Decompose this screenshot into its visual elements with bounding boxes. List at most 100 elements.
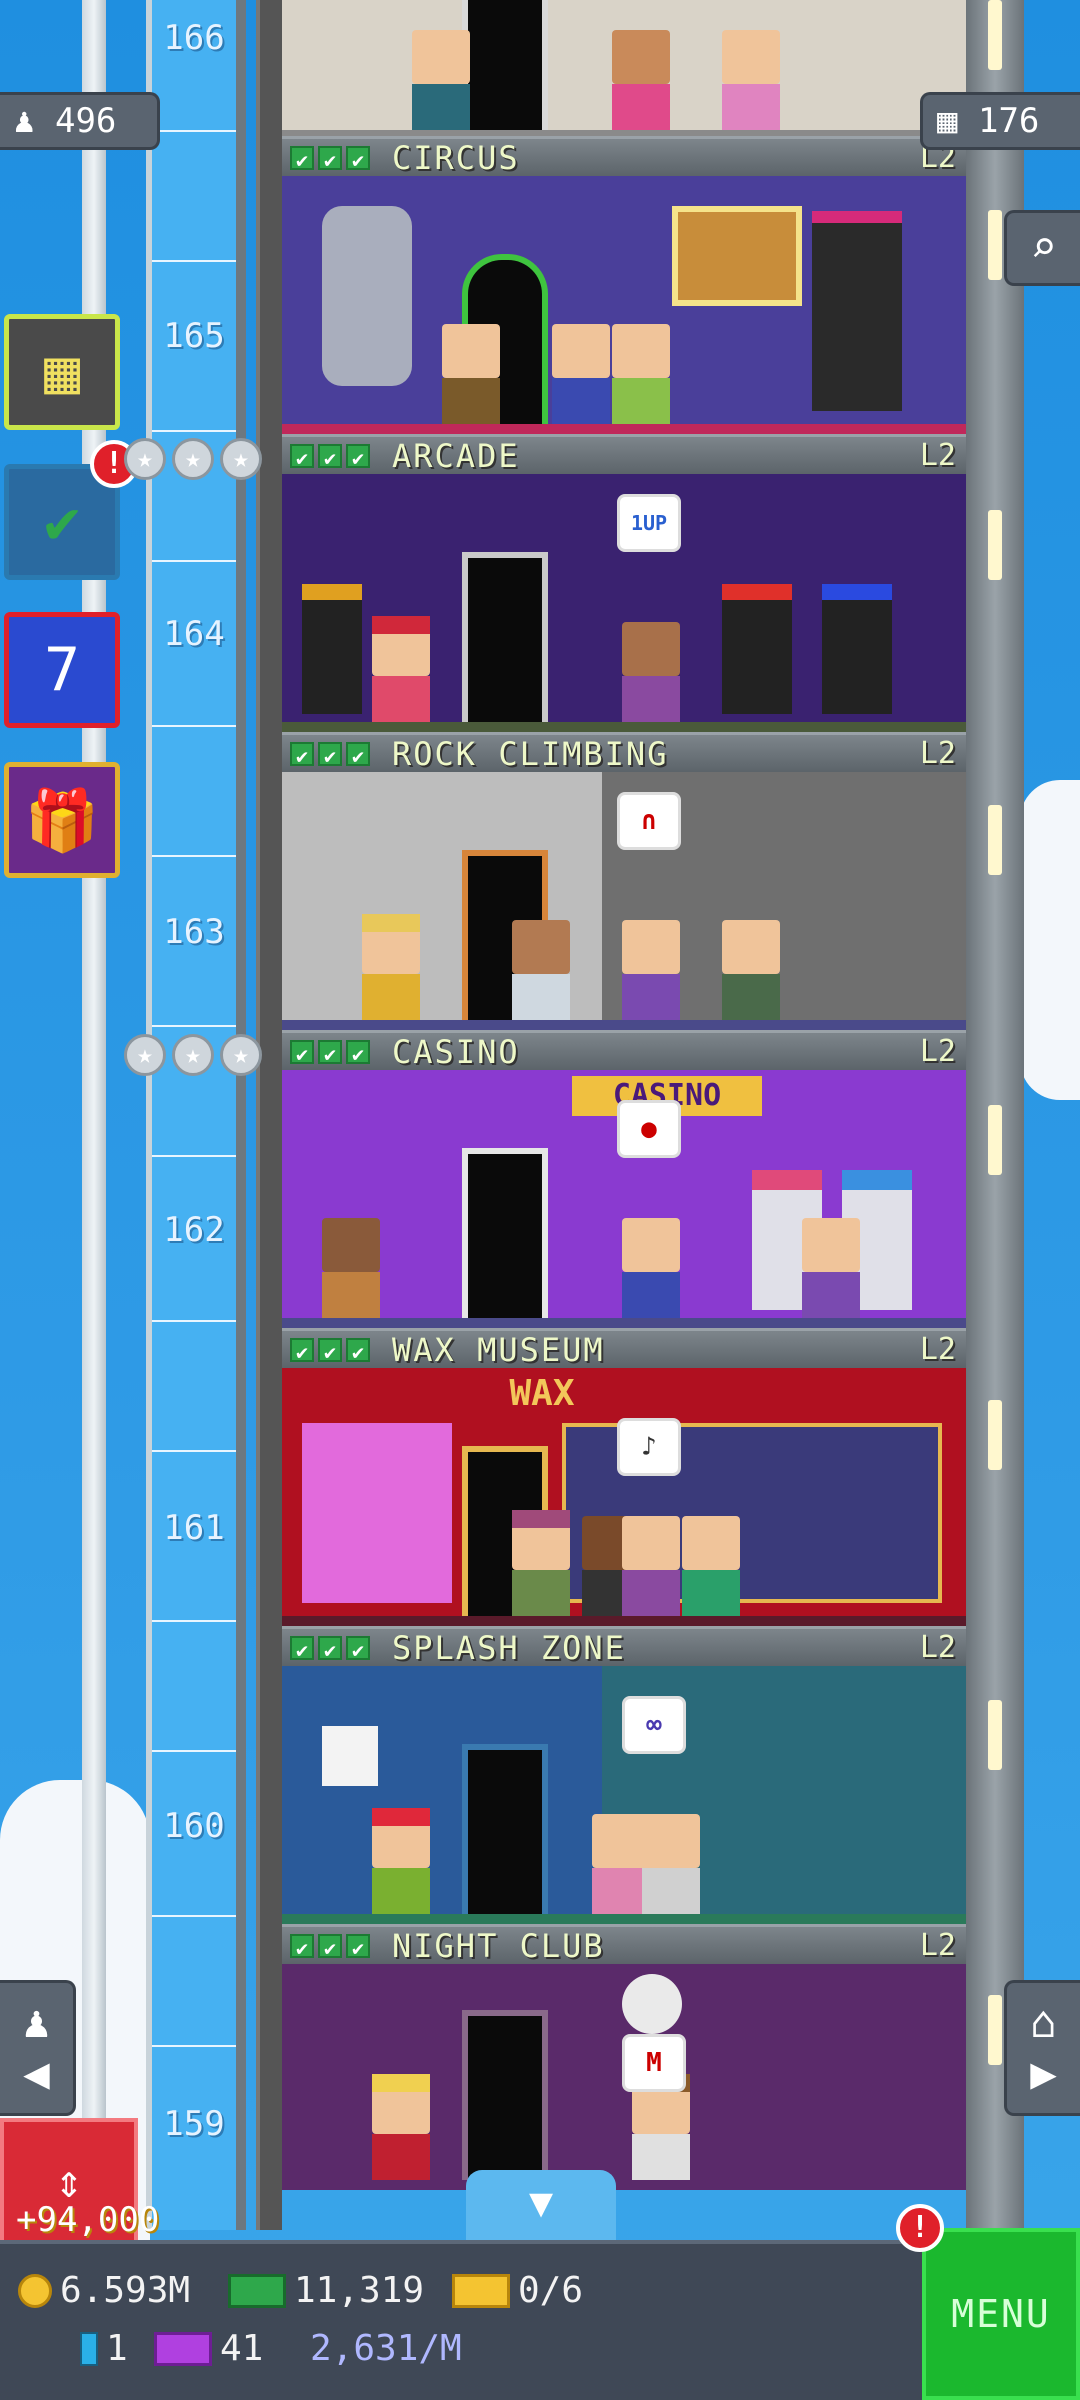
building-icon: ▦ xyxy=(43,337,81,407)
coin-collect-popup: +94,000 xyxy=(16,2200,160,2240)
people-icon: ♟ xyxy=(14,101,35,141)
floor-label-bar: ✔ ✔ ✔ CASINO L2 xyxy=(282,1030,966,1071)
vip-icon xyxy=(80,2331,98,2366)
speech-bubble[interactable]: 1UP xyxy=(617,494,681,552)
magnifier-icon: ⌕ xyxy=(1030,222,1057,273)
previous-visitor-button[interactable]: ♟ ◀ xyxy=(0,1980,76,2116)
arcade-cabinet xyxy=(822,584,892,714)
bottom-status-bar: 6.593M 11,319 0/6 1 41 2,631/M xyxy=(0,2240,1080,2400)
floor-rock-climbing[interactable]: ✔ ✔ ✔ ROCK CLIMBING L2 ∩ xyxy=(282,732,966,1030)
coins-value: 6.593M xyxy=(60,2270,191,2311)
income-rate-value: 2,631/M xyxy=(310,2328,462,2369)
menu-button[interactable]: MENU xyxy=(922,2228,1080,2400)
speech-bubble[interactable]: ● xyxy=(617,1100,681,1158)
floor-name: SPLASH ZONE xyxy=(392,1628,626,1667)
floor-name: NIGHT CLUB xyxy=(392,1926,605,1965)
legendary-value: 41 xyxy=(220,2328,264,2369)
shaft-floor-number: 163 xyxy=(163,912,225,952)
booth xyxy=(812,211,902,411)
floor-level: L2 xyxy=(919,438,956,473)
population-counter[interactable]: ♟ 496 xyxy=(0,92,160,150)
wax-display xyxy=(302,1423,452,1603)
disco-ball xyxy=(622,1974,682,2034)
elevator-shaft: 166 165 164 163 162 161 160 159 xyxy=(146,0,246,2230)
floor-label-bar: ✔ ✔ ✔ ROCK CLIMBING L2 xyxy=(282,732,966,773)
population-value: 496 xyxy=(54,101,117,141)
search-button[interactable]: ⌕ xyxy=(1004,210,1080,286)
elephant-statue xyxy=(322,206,412,386)
legendary-ticket-icon xyxy=(154,2331,212,2366)
vip-value: 1 xyxy=(106,2328,128,2369)
floors-icon: ▦ xyxy=(937,101,958,141)
floor-166-room[interactable] xyxy=(282,0,966,140)
floor-level: L2 xyxy=(919,1332,956,1367)
floor-name: CASINO xyxy=(392,1032,520,1071)
shaft-floor-number: 165 xyxy=(163,316,225,356)
floor-label-bar: ✔ ✔ ✔ CIRCUS L2 xyxy=(282,136,966,177)
shaft-floor-number: 164 xyxy=(163,614,225,654)
floor-stars: ★ ★ ★ xyxy=(124,1034,262,1076)
person-icon: ♟ xyxy=(23,1997,50,2048)
floor-casino[interactable]: ✔ ✔ ✔ CASINO L2 CASINO ● xyxy=(282,1030,966,1328)
bux-icon xyxy=(228,2273,286,2308)
vip-stat[interactable]: 1 xyxy=(80,2328,128,2369)
floor-name: CIRCUS xyxy=(392,138,520,177)
floor-name: ROCK CLIMBING xyxy=(392,734,669,773)
floor-name: ARCADE xyxy=(392,436,520,475)
floor-wax-museum[interactable]: ✔ ✔ ✔ WAX MUSEUM L2 WAX ♪ xyxy=(282,1328,966,1626)
floor-level: L2 xyxy=(919,1034,956,1069)
speech-bubble[interactable]: ∩ xyxy=(617,792,681,850)
gift-button[interactable]: 🎁 xyxy=(4,762,120,878)
floor-level: L2 xyxy=(919,736,956,771)
floor-label-bar: ✔ ✔ ✔ WAX MUSEUM L2 xyxy=(282,1328,966,1369)
tiger-painting xyxy=(672,206,802,306)
floor-stars: ★ ★ ★ xyxy=(124,438,262,480)
home-icon: ⌂ xyxy=(1030,1997,1057,2048)
bux-value: 11,319 xyxy=(294,2270,425,2311)
cloud xyxy=(1020,780,1080,1100)
speech-bubble[interactable]: M xyxy=(622,2034,686,2092)
checklist-icon: ✔ xyxy=(43,487,81,557)
arcade-cabinet xyxy=(722,584,792,714)
tickets-stat[interactable]: 0/6 xyxy=(452,2270,583,2311)
coins-stat[interactable]: 6.593M xyxy=(18,2270,190,2311)
floor-splash-zone[interactable]: ✔ ✔ ✔ SPLASH ZONE L2 ∞ xyxy=(282,1626,966,1924)
speech-bubble[interactable]: ♪ xyxy=(617,1418,681,1476)
scroll-down-button[interactable]: ▼ xyxy=(466,2170,616,2240)
tickets-value: 0/6 xyxy=(518,2270,584,2311)
floor-level: L2 xyxy=(919,1630,956,1665)
lobby-button[interactable]: ⌂ ▶ xyxy=(1004,1980,1080,2116)
legendary-stat[interactable]: 41 xyxy=(154,2328,263,2369)
golden-ticket-icon xyxy=(452,2273,510,2308)
chevron-down-icon: ▼ xyxy=(528,2180,554,2226)
floor-count-value: 176 xyxy=(977,101,1040,141)
floor-label-bar: ✔ ✔ ✔ ARCADE L2 xyxy=(282,434,966,475)
floor-label-bar: ✔ ✔ ✔ NIGHT CLUB L2 xyxy=(282,1924,966,1965)
shaft-floor-number: 160 xyxy=(163,1806,225,1846)
shaft-floor-number: 162 xyxy=(163,1210,225,1250)
gift-icon: 🎁 xyxy=(24,785,100,856)
calendar-button[interactable]: 7 xyxy=(4,612,120,728)
shaft-floor-number: 161 xyxy=(163,1508,225,1548)
floor-level: L2 xyxy=(919,1928,956,1963)
tower-left-wall xyxy=(256,0,282,2230)
shaft-floor-number: 159 xyxy=(163,2104,225,2144)
floor-label-bar: ✔ ✔ ✔ SPLASH ZONE L2 xyxy=(282,1626,966,1667)
bux-stat[interactable]: 11,319 xyxy=(228,2270,424,2311)
floor-circus[interactable]: ✔ ✔ ✔ CIRCUS L2 xyxy=(282,136,966,434)
floor-counter[interactable]: ▦ 176 xyxy=(920,92,1080,150)
floor-name: WAX MUSEUM xyxy=(392,1330,605,1369)
build-floor-button[interactable]: ▦ xyxy=(4,314,120,430)
wax-sign: WAX xyxy=(509,1373,575,1414)
coin-icon xyxy=(18,2273,52,2308)
floor-night-club[interactable]: ✔ ✔ ✔ NIGHT CLUB L2 M xyxy=(282,1924,966,2222)
arrow-right-icon: ▶ xyxy=(1030,2048,1057,2099)
shaft-floor-number: 166 xyxy=(163,18,225,58)
menu-alert-badge: ! xyxy=(896,2204,944,2252)
floor-arcade[interactable]: ✔ ✔ ✔ ARCADE L2 1UP xyxy=(282,434,966,732)
calendar-icon: 7 xyxy=(43,635,81,705)
speech-bubble[interactable]: ∞ xyxy=(622,1696,686,1754)
income-rate-stat: 2,631/M xyxy=(310,2328,462,2369)
arcade-cabinet xyxy=(302,584,362,714)
arrow-left-icon: ◀ xyxy=(23,2048,50,2099)
